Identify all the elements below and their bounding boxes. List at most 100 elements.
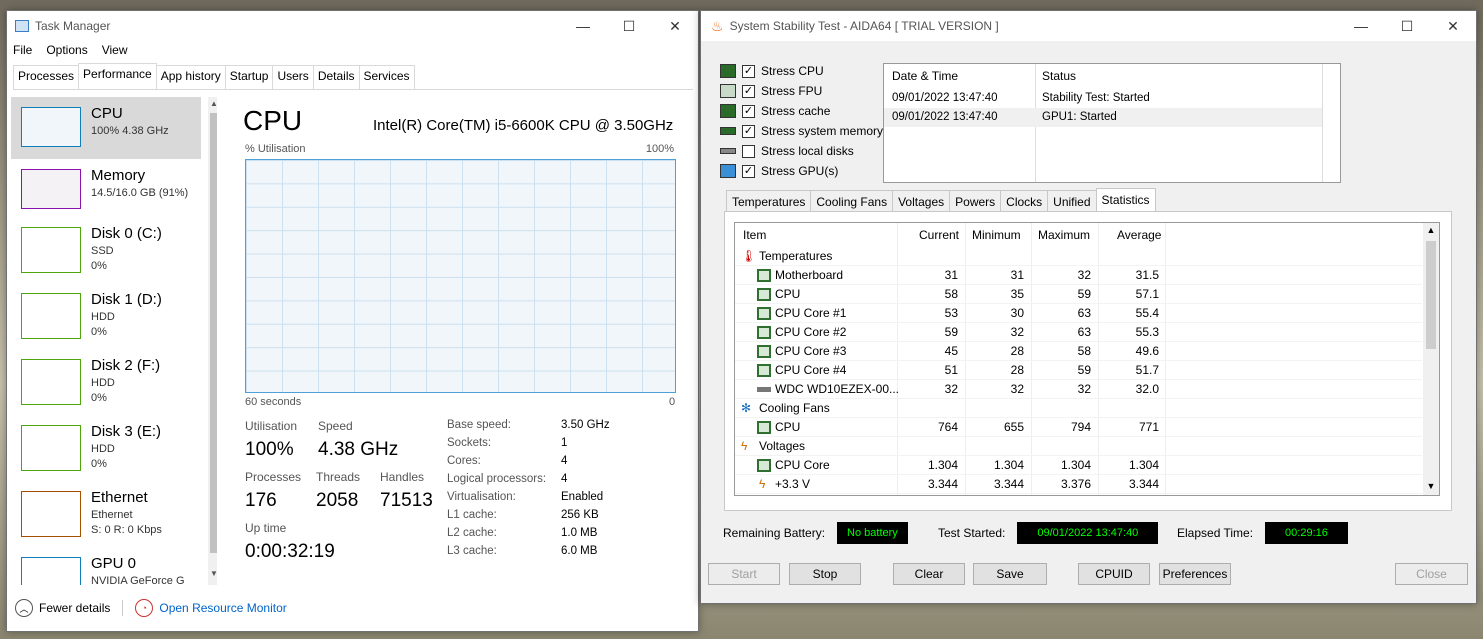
table-row[interactable]: CPU Core 1.304 1.304 1.304 1.304 (735, 456, 1422, 475)
group-row-cooling-fans[interactable]: ✻ Cooling Fans (735, 399, 1422, 418)
disk-thumbnail (21, 227, 81, 273)
table-row[interactable]: CPU Core #2 59 32 63 55.3 (735, 323, 1422, 342)
sidebar-item-sub: Ethernet (91, 509, 133, 521)
stress-gpu-checkbox[interactable]: ✓ (742, 164, 755, 178)
stress-gpu-option[interactable]: ✓ Stress GPU(s) (720, 164, 838, 178)
stress-fpu-option[interactable]: ✓ Stress FPU (720, 84, 822, 98)
cpu-model: Intel(R) Core(TM) i5-6600K CPU @ 3.50GHz (373, 117, 674, 134)
stress-cpu-checkbox[interactable]: ✓ (742, 64, 755, 78)
sidebar-item-label: Disk 1 (D:) (91, 291, 162, 308)
page-title: CPU (243, 105, 303, 136)
cpu-utilisation-graph (245, 159, 676, 393)
sidebar-item-cpu[interactable]: CPU 100% 4.38 GHz (11, 97, 201, 159)
chevron-down-icon[interactable]: ▼ (208, 569, 217, 583)
tab-performance[interactable]: Performance (78, 63, 157, 87)
clear-button[interactable]: Clear (893, 563, 965, 585)
close-window-button[interactable]: Close (1395, 563, 1468, 585)
threads-value: 2058 (316, 490, 359, 511)
sidebar-item-gpu-0[interactable]: GPU 0 NVIDIA GeForce G (11, 551, 201, 585)
resource-monitor-icon: ◔ (135, 599, 154, 617)
table-row[interactable]: WDC WD10EZEX-00... 32 32 32 32.0 (735, 380, 1422, 399)
stress-cache-option[interactable]: ✓ Stress cache (720, 104, 830, 118)
stress-memory-checkbox[interactable]: ✓ (742, 124, 755, 138)
scrollbar-thumb[interactable] (210, 113, 217, 553)
log-header-status[interactable]: Status (1042, 64, 1076, 88)
table-row[interactable]: Motherboard 31 31 32 31.5 (735, 266, 1422, 285)
speed-value: 4.38 GHz (318, 439, 399, 460)
utilisation-label: Utilisation (245, 419, 298, 433)
tab-details[interactable]: Details (312, 65, 360, 89)
minimize-button[interactable]: — (560, 11, 606, 41)
tab-users[interactable]: Users (272, 65, 314, 89)
col-header-average[interactable]: Average (1117, 223, 1161, 247)
tab-processes[interactable]: Processes (13, 65, 80, 89)
sidebar-item-sub2: 0% (91, 392, 107, 404)
stress-cpu-option[interactable]: ✓ Stress CPU (720, 64, 824, 78)
save-button[interactable]: Save (973, 563, 1047, 585)
disk-thumbnail (21, 293, 81, 339)
menu-view[interactable]: View (102, 43, 128, 57)
menu-file[interactable]: File (13, 43, 32, 57)
title-bar[interactable]: ♨ System Stability Test - AIDA64 [ TRIAL… (701, 11, 1476, 41)
maximize-button[interactable]: ☐ (606, 11, 652, 41)
tab-services[interactable]: Services (358, 65, 415, 89)
table-row[interactable]: ϟ +3.3 V 3.344 3.344 3.376 3.344 (735, 475, 1422, 494)
preferences-button[interactable]: Preferences (1159, 563, 1231, 585)
maximize-button[interactable]: ☐ (1384, 11, 1430, 41)
motherboard-icon (757, 268, 771, 283)
sidebar-scrollbar[interactable]: ▲ ▼ (208, 97, 217, 585)
footer: ︿ Fewer details ◔ Open Resource Monitor (15, 599, 287, 617)
table-row[interactable]: CPU Core #1 53 30 63 55.4 (735, 304, 1422, 323)
chevron-up-icon[interactable]: ▲ (208, 99, 217, 113)
minimize-button[interactable]: — (1338, 11, 1384, 41)
elapsed-label: Elapsed Time: (1177, 526, 1254, 540)
col-header-minimum[interactable]: Minimum (972, 223, 1021, 247)
log-row[interactable]: 09/01/2022 13:47:40 GPU1: Started (884, 108, 1322, 127)
sidebar-item-disk-3[interactable]: Disk 3 (E:) HDD 0% (11, 419, 201, 481)
group-row-temperatures[interactable]: 🌡 Temperatures (735, 247, 1422, 266)
sidebar-item-disk-0[interactable]: Disk 0 (C:) SSD 0% (11, 221, 201, 283)
cpu-thumbnail (21, 107, 81, 147)
scrollbar-thumb[interactable] (1426, 241, 1436, 349)
col-header-maximum[interactable]: Maximum (1038, 223, 1090, 247)
menu-options[interactable]: Options (46, 43, 87, 57)
start-button[interactable]: Start (708, 563, 780, 585)
tab-app-history[interactable]: App history (155, 65, 226, 89)
table-row[interactable]: CPU Core #3 45 28 58 49.6 (735, 342, 1422, 361)
sidebar-item-disk-2[interactable]: Disk 2 (F:) HDD 0% (11, 353, 201, 415)
table-row[interactable]: CPU 764 655 794 771 (735, 418, 1422, 437)
cpu-icon (757, 363, 771, 378)
stress-disks-option[interactable]: Stress local disks (720, 144, 854, 158)
sidebar-item-disk-1[interactable]: Disk 1 (D:) HDD 0% (11, 287, 201, 349)
chevron-up-icon[interactable]: ▲ (1423, 225, 1439, 235)
chevron-down-icon[interactable]: ▼ (1423, 481, 1439, 491)
sidebar-item-ethernet[interactable]: Ethernet Ethernet S: 0 R: 0 Kbps (11, 485, 201, 547)
col-header-item[interactable]: Item (743, 223, 766, 247)
close-button[interactable]: ✕ (652, 11, 698, 41)
sidebar-item-memory[interactable]: Memory 14.5/16.0 GB (91%) (11, 159, 201, 221)
stress-fpu-checkbox[interactable]: ✓ (742, 84, 755, 98)
log-row[interactable]: 09/01/2022 13:47:40 Stability Test: Start… (884, 89, 1322, 108)
sidebar-item-sub: HDD (91, 311, 115, 323)
stress-memory-option[interactable]: ✓ Stress system memory (720, 124, 883, 138)
sidebar-item-label: Memory (91, 167, 146, 184)
stress-disks-checkbox[interactable] (742, 144, 755, 158)
resource-sidebar: CPU 100% 4.38 GHz Memory 14.5/16.0 GB (9… (11, 97, 217, 585)
table-scrollbar[interactable]: ▲ ▼ (1423, 223, 1439, 495)
title-bar[interactable]: Task Manager — ☐ ✕ (7, 11, 698, 41)
col-header-current[interactable]: Current (919, 223, 959, 247)
chevron-up-icon[interactable]: ︿ (15, 599, 33, 617)
stress-cache-checkbox[interactable]: ✓ (742, 104, 755, 118)
close-button[interactable]: ✕ (1430, 11, 1476, 41)
tab-statistics[interactable]: Statistics (1095, 188, 1156, 213)
fewer-details-link[interactable]: Fewer details (39, 601, 110, 615)
tab-startup[interactable]: Startup (224, 65, 274, 89)
cpuid-button[interactable]: CPUID (1078, 563, 1150, 585)
table-row[interactable]: CPU Core #4 51 28 59 51.7 (735, 361, 1422, 380)
table-row[interactable]: CPU 58 35 59 57.1 (735, 285, 1422, 304)
log-header-date[interactable]: Date & Time (892, 64, 958, 88)
open-resource-monitor-link[interactable]: Open Resource Monitor (159, 601, 286, 615)
stop-button[interactable]: Stop (789, 563, 861, 585)
group-row-voltages[interactable]: ϟ Voltages (735, 437, 1422, 456)
monitor-icon (720, 164, 736, 178)
